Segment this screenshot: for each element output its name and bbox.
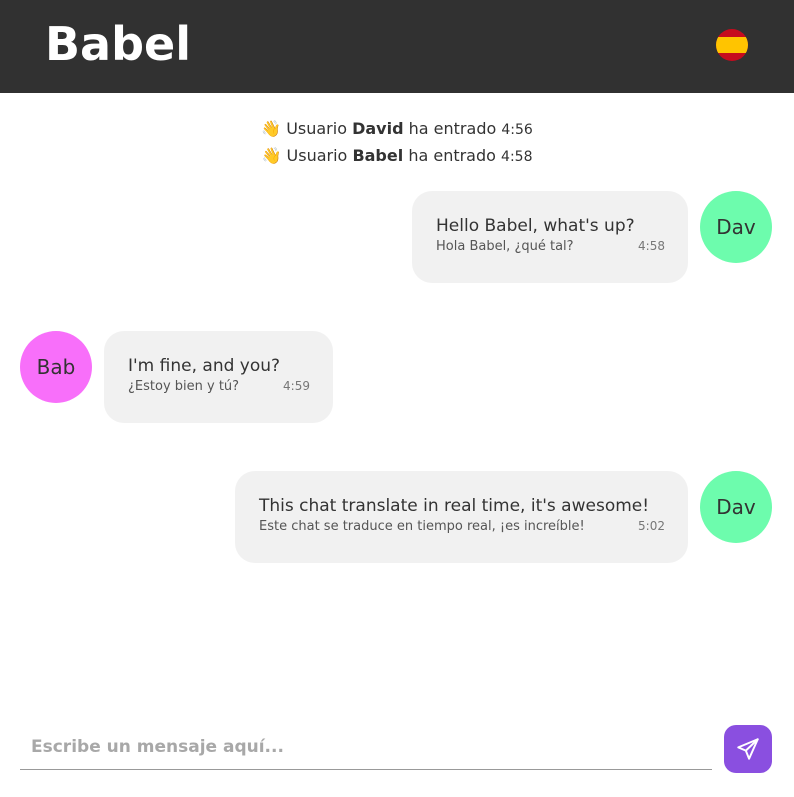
waving-hand-icon: 👋 (261, 146, 282, 165)
message-text: This chat translate in real time, it's a… (259, 496, 650, 516)
event-suffix: ha entrado (408, 119, 497, 138)
message-meta: Hola Babel, ¿qué tal? 4:58 (436, 239, 665, 254)
event-user: Babel (352, 146, 404, 165)
message-time: 4:58 (638, 239, 665, 253)
avatar: Bab (20, 331, 92, 403)
message-time: 5:02 (638, 519, 665, 533)
event-prefix: Usuario (286, 146, 348, 165)
waving-hand-icon: 👋 (261, 119, 282, 138)
paper-plane-icon (737, 738, 759, 760)
message-translation: ¿Estoy bien y tú? (128, 379, 240, 394)
event-log: 👋 Usuario David ha entrado 4:56 👋 Usuari… (0, 116, 794, 170)
event-time: 4:58 (501, 149, 533, 165)
app-header: Babel (0, 0, 794, 93)
event-user: David (352, 119, 404, 138)
flag-stripe (716, 37, 748, 53)
message-meta: Este chat se traduce en tiempo real, ¡es… (259, 519, 665, 534)
message-bubble: Hello Babel, what's up? Hola Babel, ¿qué… (412, 191, 688, 283)
chat-app: Babel 👋 Usuario David ha entrado 4:56 👋 … (0, 0, 794, 797)
send-button[interactable] (724, 725, 772, 773)
app-title: Babel (45, 17, 191, 71)
spain-flag-icon[interactable] (716, 29, 748, 61)
event-prefix: Usuario (286, 119, 347, 138)
event-suffix: ha entrado (408, 146, 496, 165)
avatar: Dav (700, 471, 772, 543)
message-bubble: This chat translate in real time, it's a… (235, 471, 688, 563)
message-meta: ¿Estoy bien y tú? 4:59 (128, 379, 310, 394)
avatar: Dav (700, 191, 772, 263)
message-text: I'm fine, and you? (128, 356, 281, 376)
event-line: 👋 Usuario David ha entrado 4:56 (0, 116, 794, 143)
message-translation: Hola Babel, ¿qué tal? (436, 239, 574, 254)
message-time: 4:59 (283, 379, 310, 393)
message-text: Hello Babel, what's up? (436, 216, 635, 236)
event-line: 👋 Usuario Babel ha entrado 4:58 (0, 143, 794, 170)
event-time: 4:56 (501, 122, 533, 138)
message-translation: Este chat se traduce en tiempo real, ¡es… (259, 519, 585, 534)
message-input[interactable] (20, 724, 712, 770)
message-bubble: I'm fine, and you? ¿Estoy bien y tú? 4:5… (104, 331, 333, 423)
